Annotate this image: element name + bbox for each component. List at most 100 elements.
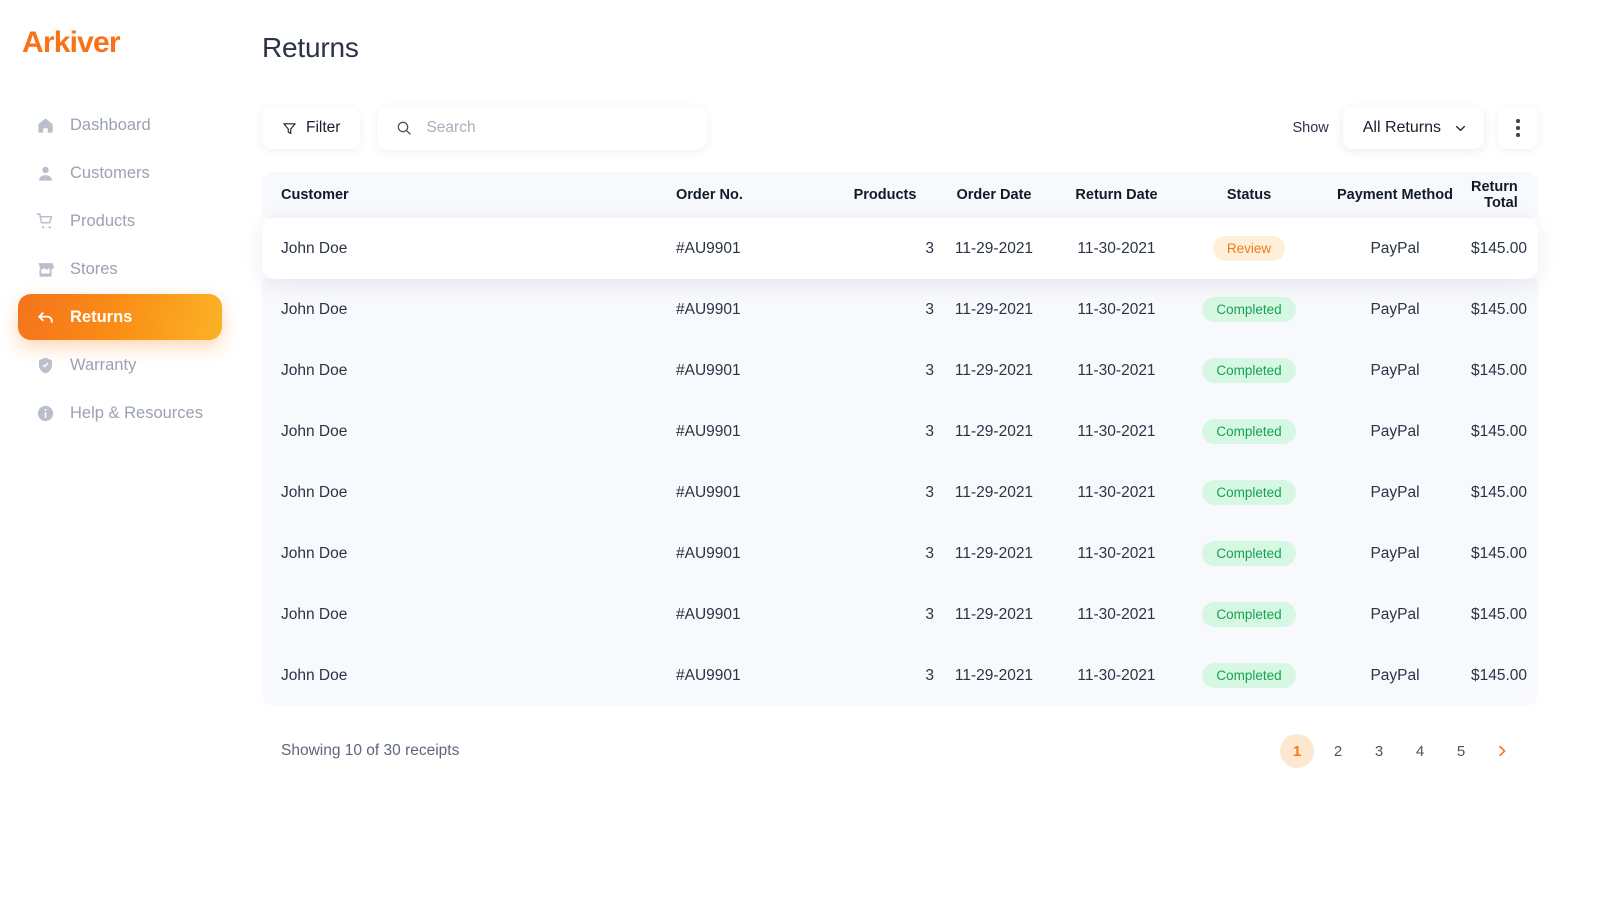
cell-return-date: 11-30-2021 [1077, 361, 1156, 379]
funnel-icon [282, 121, 297, 136]
returns-filter-select[interactable]: All Returns [1342, 107, 1484, 149]
cell-order-date: 11-29-2021 [954, 666, 1034, 684]
cell-products: 3 [925, 422, 934, 440]
sidebar-item-dashboard[interactable]: Dashboard [18, 102, 222, 148]
store-icon [36, 260, 55, 279]
cell-customer: John Doe [281, 666, 348, 684]
cell-products: 3 [925, 605, 934, 623]
column-header-status[interactable]: Status [1179, 187, 1319, 203]
cell-customer: John Doe [281, 422, 348, 440]
cell-order-date: 11-29-2021 [954, 239, 1034, 257]
cell-payment: PayPal [1370, 605, 1420, 623]
showing-count: Showing 10 of 30 receipts [281, 742, 460, 759]
status-badge: Completed [1202, 601, 1296, 628]
sidebar-item-help-resources[interactable]: Help & Resources [18, 390, 222, 436]
search-input[interactable] [426, 119, 689, 137]
page-button-2[interactable]: 2 [1321, 734, 1355, 768]
chevron-right-icon [1495, 744, 1509, 758]
page-title: Returns [262, 32, 359, 63]
kebab-menu-icon [1516, 133, 1520, 137]
sidebar-item-label: Returns [70, 307, 133, 326]
info-icon [36, 404, 55, 423]
status-badge: Completed [1202, 662, 1296, 689]
search-box[interactable] [377, 106, 708, 150]
cell-customer: John Doe [281, 544, 348, 562]
cell-order-date: 11-29-2021 [954, 361, 1034, 379]
column-header-products[interactable]: Products [836, 187, 934, 203]
column-header-order-no[interactable]: Order No. [676, 187, 836, 203]
cell-order-no: #AU9901 [676, 239, 741, 257]
table-row[interactable]: John Doe #AU9901 3 11-29-2021 11-30-2021… [262, 218, 1538, 279]
cell-status: Completed [1179, 540, 1319, 567]
page-button-3[interactable]: 3 [1362, 734, 1396, 768]
column-header-customer[interactable]: Customer [281, 187, 676, 203]
page-button-5[interactable]: 5 [1444, 734, 1478, 768]
table-footer: Showing 10 of 30 receipts 1 2 3 4 5 [262, 706, 1538, 768]
sidebar-item-label: Stores [70, 259, 118, 278]
cart-icon [36, 212, 55, 231]
sidebar-item-products[interactable]: Products [18, 198, 222, 244]
cell-return-date: 11-30-2021 [1077, 422, 1156, 440]
cell-payment: PayPal [1370, 483, 1420, 501]
cell-return-date: 11-30-2021 [1077, 544, 1156, 562]
table-row[interactable]: John Doe #AU9901 3 11-29-2021 11-30-2021… [262, 523, 1538, 584]
table-row[interactable]: John Doe #AU9901 3 11-29-2021 11-30-2021… [262, 584, 1538, 645]
table-row[interactable]: John Doe #AU9901 3 11-29-2021 11-30-2021… [262, 401, 1538, 462]
cell-return-date: 11-30-2021 [1077, 605, 1156, 623]
filter-button[interactable]: Filter [262, 107, 361, 149]
cell-return-total: $145.00 [1471, 666, 1528, 684]
home-icon [36, 116, 55, 135]
column-header-payment-method[interactable]: Payment Method [1319, 187, 1471, 203]
page-button-4[interactable]: 4 [1403, 734, 1437, 768]
cell-order-date: 11-29-2021 [954, 544, 1034, 562]
cell-payment: PayPal [1370, 422, 1420, 440]
cell-customer: John Doe [281, 239, 348, 257]
table-row[interactable]: John Doe #AU9901 3 11-29-2021 11-30-2021… [262, 462, 1538, 523]
table-row[interactable]: John Doe #AU9901 3 11-29-2021 11-30-2021… [262, 645, 1538, 706]
sidebar-item-customers[interactable]: Customers [18, 150, 222, 196]
return-icon [36, 308, 55, 327]
column-header-order-date[interactable]: Order Date [934, 187, 1054, 203]
filter-button-label: Filter [306, 119, 341, 136]
cell-order-date: 11-29-2021 [954, 605, 1034, 623]
cell-return-total: $145.00 [1471, 300, 1528, 318]
table-row[interactable]: John Doe #AU9901 3 11-29-2021 11-30-2021… [262, 340, 1538, 401]
cell-products: 3 [925, 483, 934, 501]
sidebar: Arkiver Dashboard Customers Products Sto… [0, 0, 240, 900]
kebab-menu-icon [1516, 119, 1520, 123]
column-header-return-date[interactable]: Return Date [1054, 187, 1179, 203]
sidebar-item-label: Warranty [70, 355, 137, 374]
cell-return-total: $145.00 [1471, 239, 1528, 257]
kebab-menu-icon [1516, 126, 1520, 130]
sidebar-item-label: Help & Resources [70, 403, 203, 422]
cell-order-no: #AU9901 [676, 300, 741, 318]
cell-status: Completed [1179, 479, 1319, 506]
returns-table: Customer Order No. Products Order Date R… [262, 172, 1538, 768]
brand-logo[interactable]: Arkiver [0, 28, 240, 58]
sidebar-item-returns[interactable]: Returns [18, 294, 222, 340]
cell-return-total: $145.00 [1471, 361, 1528, 379]
next-page-button[interactable] [1485, 734, 1519, 768]
cell-products: 3 [925, 666, 934, 684]
cell-payment: PayPal [1370, 544, 1420, 562]
more-options-button[interactable] [1498, 107, 1538, 149]
cell-status: Completed [1179, 357, 1319, 384]
status-badge: Completed [1202, 418, 1296, 445]
status-badge: Review [1212, 235, 1286, 262]
sidebar-item-warranty[interactable]: Warranty [18, 342, 222, 388]
cell-status: Review [1179, 235, 1319, 262]
table-toolbar: Filter Show All Returns [262, 106, 1538, 150]
cell-products: 3 [925, 361, 934, 379]
page-button-1[interactable]: 1 [1280, 734, 1314, 768]
cell-products: 3 [925, 300, 934, 318]
cell-return-date: 11-30-2021 [1077, 666, 1156, 684]
sidebar-item-stores[interactable]: Stores [18, 246, 222, 292]
cell-order-no: #AU9901 [676, 605, 741, 623]
cell-order-no: #AU9901 [676, 666, 741, 684]
sidebar-item-label: Customers [70, 163, 150, 182]
shield-icon [36, 356, 55, 375]
table-row[interactable]: John Doe #AU9901 3 11-29-2021 11-30-2021… [262, 279, 1538, 340]
cell-return-total: $145.00 [1471, 544, 1528, 562]
column-header-return-total[interactable]: Return Total [1471, 179, 1520, 211]
main-content: Returns Filter Show All Returns [240, 0, 1600, 900]
